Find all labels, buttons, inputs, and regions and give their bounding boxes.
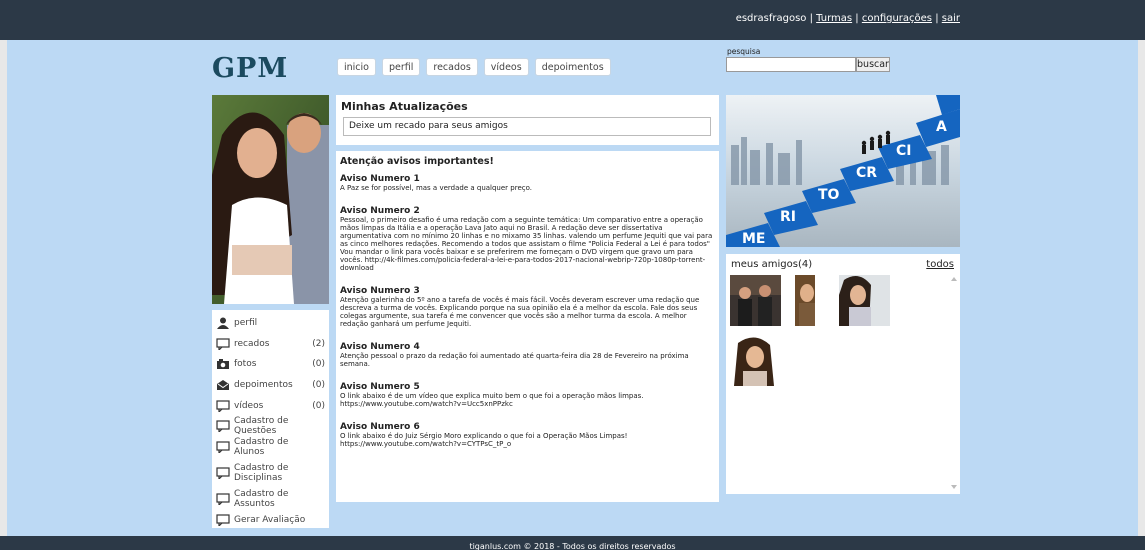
site-logo[interactable]: GPM: [212, 53, 288, 84]
notice-title: Aviso Numero 3: [340, 286, 420, 296]
camera-icon: [217, 359, 229, 370]
notice-body: Atenção galerinha do 5º ano a tarefa de …: [340, 296, 700, 328]
friend-thumbnail[interactable]: [785, 275, 836, 326]
notice-title: Aviso Numero 6: [340, 422, 420, 432]
menu-label: Cadastro de Assuntos: [234, 489, 289, 510]
notice-title: Aviso Numero 4: [340, 342, 420, 352]
menu-label: depoimentos: [234, 380, 293, 391]
top-links: esdrasfragoso | Turmas | configurações |…: [735, 13, 960, 24]
profile-menu: perfil recados (2) fotos (0) depoimentos…: [212, 310, 329, 528]
notices-panel: Atenção avisos importantes! Aviso Numero…: [336, 151, 719, 502]
banner-step-a: A: [936, 119, 947, 135]
link-sair[interactable]: sair: [942, 13, 960, 24]
notice-item: Aviso Numero 3 Atenção galerinha do 5º a…: [340, 286, 715, 328]
envelope-icon: [217, 380, 229, 391]
person-icon: [217, 317, 229, 330]
menu-label: Gerar Avaliação: [234, 515, 306, 526]
friend-photo: [730, 275, 781, 326]
menu-item-cadastro-alunos[interactable]: Cadastro de Alunos: [212, 437, 329, 458]
link-configuracoes[interactable]: configurações: [862, 13, 932, 24]
updates-panel: Minhas Atualizações Deixe um recado para…: [336, 95, 719, 145]
menu-count: (0): [312, 400, 325, 411]
notice-item: Aviso Numero 4 Atenção pessoal o prazo d…: [340, 342, 715, 368]
menu-label: fotos: [234, 359, 257, 370]
menu-item-cadastro-assuntos[interactable]: Cadastro de Assuntos: [212, 489, 329, 510]
friend-thumbnail[interactable]: [839, 275, 890, 326]
banner-step-to: TO: [818, 187, 840, 203]
menu-item-fotos[interactable]: fotos (0): [212, 354, 329, 375]
banner-image: ME RI TO CR CI A: [726, 95, 960, 247]
notice-item: Aviso Numero 1 A Paz se for possível, ma…: [340, 174, 715, 192]
profile-photo[interactable]: [212, 95, 329, 304]
menu-label: recados: [234, 338, 270, 349]
banner-step-ri: RI: [780, 209, 796, 225]
profile-photo-image: [212, 95, 329, 304]
menu-label: vídeos: [234, 400, 264, 411]
menu-label: perfil: [234, 318, 258, 329]
menu-count: (0): [312, 380, 325, 391]
banner-step-cr: CR: [856, 165, 877, 181]
notice-body: Atenção pessoal o prazo da redação foi a…: [340, 352, 689, 368]
friends-panel: meus amigos(4) todos: [726, 254, 960, 494]
speech-bubble-icon: [216, 441, 230, 453]
notice-body: Pessoal, o primeiro desafio é uma redaçã…: [340, 216, 713, 272]
tab-recados[interactable]: recados: [426, 58, 478, 76]
tab-perfil[interactable]: perfil: [381, 58, 421, 76]
menu-label: Cadastro de Alunos: [234, 436, 289, 457]
friend-photo: [785, 275, 836, 326]
menu-item-gerar-avaliacao[interactable]: Gerar Avaliação: [212, 510, 329, 531]
notices-heading: Atenção avisos importantes!: [340, 156, 494, 167]
friend-photo: [839, 275, 890, 326]
menu-item-videos[interactable]: vídeos (0): [212, 395, 329, 416]
search-button[interactable]: buscar: [856, 57, 890, 72]
friends-title: meus amigos(4): [731, 259, 813, 270]
notice-body: O link abaixo é do Juiz Sérgio Moro expl…: [340, 432, 628, 448]
menu-item-cadastro-disciplinas[interactable]: Cadastro de Disciplinas: [212, 457, 329, 489]
menu-count: (2): [312, 338, 325, 349]
friends-scrollbar[interactable]: [950, 276, 958, 490]
speech-bubble-icon: [216, 467, 230, 480]
top-bar: esdrasfragoso | Turmas | configurações |…: [0, 0, 1145, 40]
notice-body: O link abaixo é de um vídeo que explica …: [340, 392, 644, 408]
menu-count: (0): [312, 359, 325, 370]
notice-item: Aviso Numero 6 O link abaixo é do Juiz S…: [340, 422, 715, 448]
banner-step-me: ME: [742, 231, 766, 247]
speech-bubble-icon: [216, 338, 230, 350]
menu-item-perfil[interactable]: perfil: [212, 313, 329, 334]
friend-thumbnail[interactable]: [730, 335, 781, 386]
search-label: pesquisa: [727, 47, 761, 56]
nav-tabs: inicio perfil recados vídeos depoimentos: [337, 58, 611, 76]
username: esdrasfragoso: [735, 13, 807, 24]
notice-title: Aviso Numero 5: [340, 382, 420, 392]
friends-all-link[interactable]: todos: [926, 259, 954, 270]
friend-photo: [730, 335, 781, 386]
notice-item: Aviso Numero 2 Pessoal, o primeiro desaf…: [340, 206, 715, 272]
friend-thumbnail[interactable]: [730, 275, 781, 326]
banner-step-ci: CI: [896, 143, 911, 159]
status-input[interactable]: Deixe um recado para seus amigos: [343, 117, 711, 136]
tab-depoimentos[interactable]: depoimentos: [534, 58, 611, 76]
speech-bubble-icon: [216, 420, 230, 433]
tab-inicio[interactable]: inicio: [337, 58, 376, 76]
menu-item-recados[interactable]: recados (2): [212, 334, 329, 355]
menu-label: Cadastro de Questões: [234, 416, 289, 437]
menu-item-cadastro-questoes[interactable]: Cadastro de Questões: [212, 416, 329, 437]
meritocracia-banner[interactable]: ME RI TO CR CI A: [726, 95, 960, 247]
updates-title: Minhas Atualizações: [341, 100, 468, 113]
link-turmas[interactable]: Turmas: [816, 13, 852, 24]
notice-title: Aviso Numero 1: [340, 174, 420, 184]
menu-label: Cadastro de Disciplinas: [234, 463, 289, 484]
speech-bubble-icon: [216, 493, 230, 506]
search-input[interactable]: [726, 57, 856, 72]
notice-title: Aviso Numero 2: [340, 206, 420, 216]
footer: tiganlus.com © 2018 - Todos os direitos …: [0, 536, 1145, 550]
menu-item-depoimentos[interactable]: depoimentos (0): [212, 375, 329, 396]
speech-bubble-icon: [216, 400, 230, 412]
speech-bubble-icon: [216, 514, 230, 527]
notice-item: Aviso Numero 5 O link abaixo é de um víd…: [340, 382, 715, 408]
notice-body: A Paz se for possível, mas a verdade a q…: [340, 184, 532, 192]
tab-videos[interactable]: vídeos: [483, 58, 529, 76]
